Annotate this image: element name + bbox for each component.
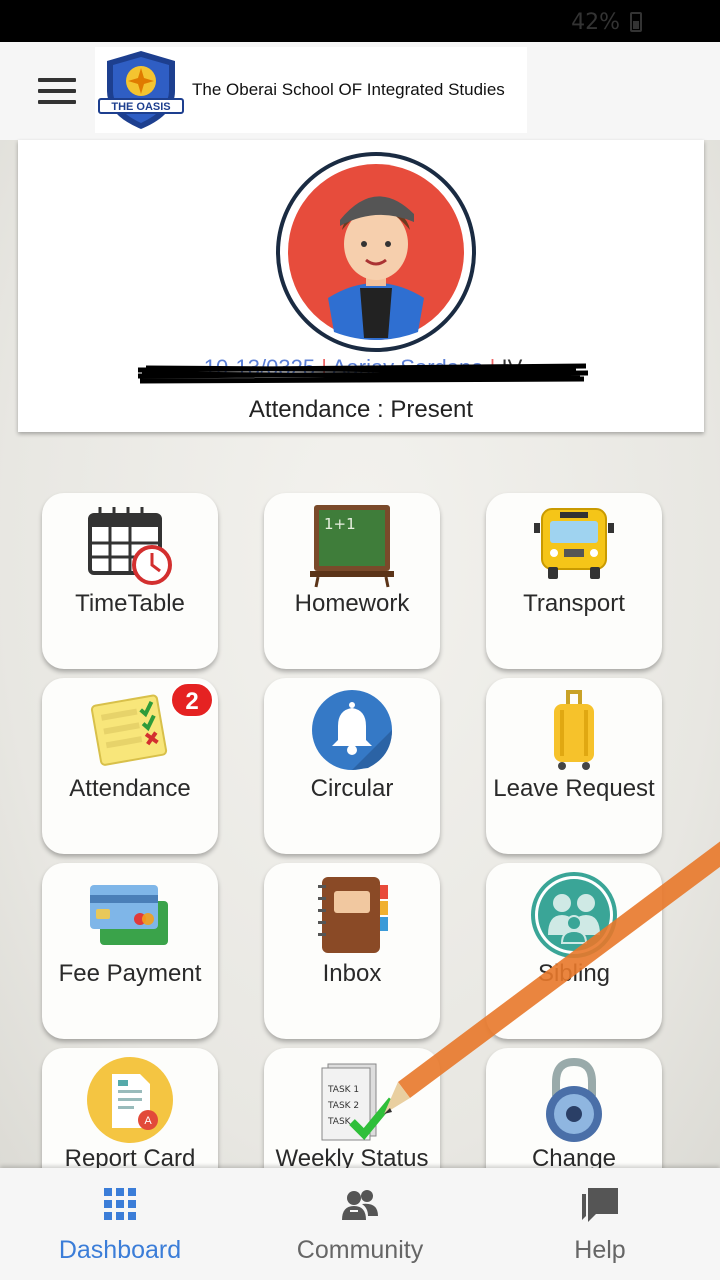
student-avatar[interactable] <box>268 148 484 358</box>
nav-label: Dashboard <box>58 1236 182 1264</box>
tile-fee-payment[interactable]: Fee Payment <box>42 863 218 1039</box>
battery-icon <box>630 12 642 32</box>
people-icon <box>342 1190 378 1220</box>
attendance-status: Attendance : Present <box>248 396 474 423</box>
tile-circular[interactable]: Circular <box>264 678 440 854</box>
tile-inbox[interactable]: Inbox <box>264 863 440 1039</box>
nav-community[interactable]: Community <box>240 1168 480 1280</box>
tile-label: Homework <box>294 590 410 617</box>
tile-label: Transport <box>523 590 625 617</box>
school-bus-icon <box>534 508 614 579</box>
menu-icon[interactable] <box>38 78 76 104</box>
family-icon <box>531 872 617 958</box>
redaction-scribble <box>137 363 589 384</box>
app-bar: THE OASIS The Oberai School OF Integrate… <box>0 42 720 140</box>
tile-label: TimeTable <box>75 590 185 617</box>
checklist-icon <box>90 694 168 766</box>
tile-label: Circular <box>310 775 394 802</box>
tile-label: Attendance <box>69 775 191 802</box>
svg-text:TASK 2: TASK 2 <box>327 1101 359 1111</box>
chalkboard-icon: 1+1 <box>310 505 394 588</box>
attendance-badge: 2 <box>170 682 214 718</box>
tile-leave-request[interactable]: Leave Request <box>486 678 662 854</box>
bottom-navigation: Dashboard Community Help <box>0 1168 720 1280</box>
battery-percentage: 42% <box>571 10 620 35</box>
tile-label: Leave Request <box>493 775 655 802</box>
school-logo: THE OASIS <box>98 51 184 129</box>
tile-homework[interactable]: 1+1 Homework <box>264 493 440 669</box>
tile-label: Inbox <box>322 960 382 987</box>
svg-text:TASK: TASK <box>327 1117 352 1127</box>
nav-help[interactable]: Help <box>480 1168 720 1280</box>
tile-sibling[interactable]: Sibling <box>486 863 662 1039</box>
task-report-icon: TASK 1 TASK 2 TASK <box>321 1063 396 1141</box>
svg-text:TASK 1: TASK 1 <box>327 1085 359 1095</box>
notebook-icon <box>318 877 388 953</box>
nav-dashboard[interactable]: Dashboard <box>0 1168 240 1280</box>
calendar-clock-icon <box>88 507 172 585</box>
school-name: The Oberai School OF Integrated Studies <box>192 80 505 99</box>
bell-icon <box>312 690 392 770</box>
report-card-icon: A <box>87 1057 173 1143</box>
svg-text:1+1: 1+1 <box>324 515 356 533</box>
tile-timetable[interactable]: TimeTable <box>42 493 218 669</box>
tile-label: Sibling <box>537 960 611 987</box>
svg-text:A: A <box>144 1115 152 1127</box>
tile-label: Fee Payment <box>58 960 202 987</box>
suitcase-icon <box>554 690 594 770</box>
tile-transport[interactable]: Transport <box>486 493 662 669</box>
padlock-icon <box>546 1057 602 1142</box>
nav-label: Help <box>574 1236 626 1264</box>
credit-card-icon <box>90 885 168 945</box>
status-bar: 42% <box>0 0 720 42</box>
grid-icon <box>104 1188 136 1220</box>
profile-card: 10-13/0325 | Aarjav Sardana | IV Attenda… <box>18 140 704 432</box>
school-brand: THE OASIS The Oberai School OF Integrate… <box>95 47 527 133</box>
logo-text: THE OASIS <box>111 101 170 113</box>
chat-bubble-icon <box>582 1188 618 1222</box>
nav-label: Community <box>296 1236 424 1264</box>
